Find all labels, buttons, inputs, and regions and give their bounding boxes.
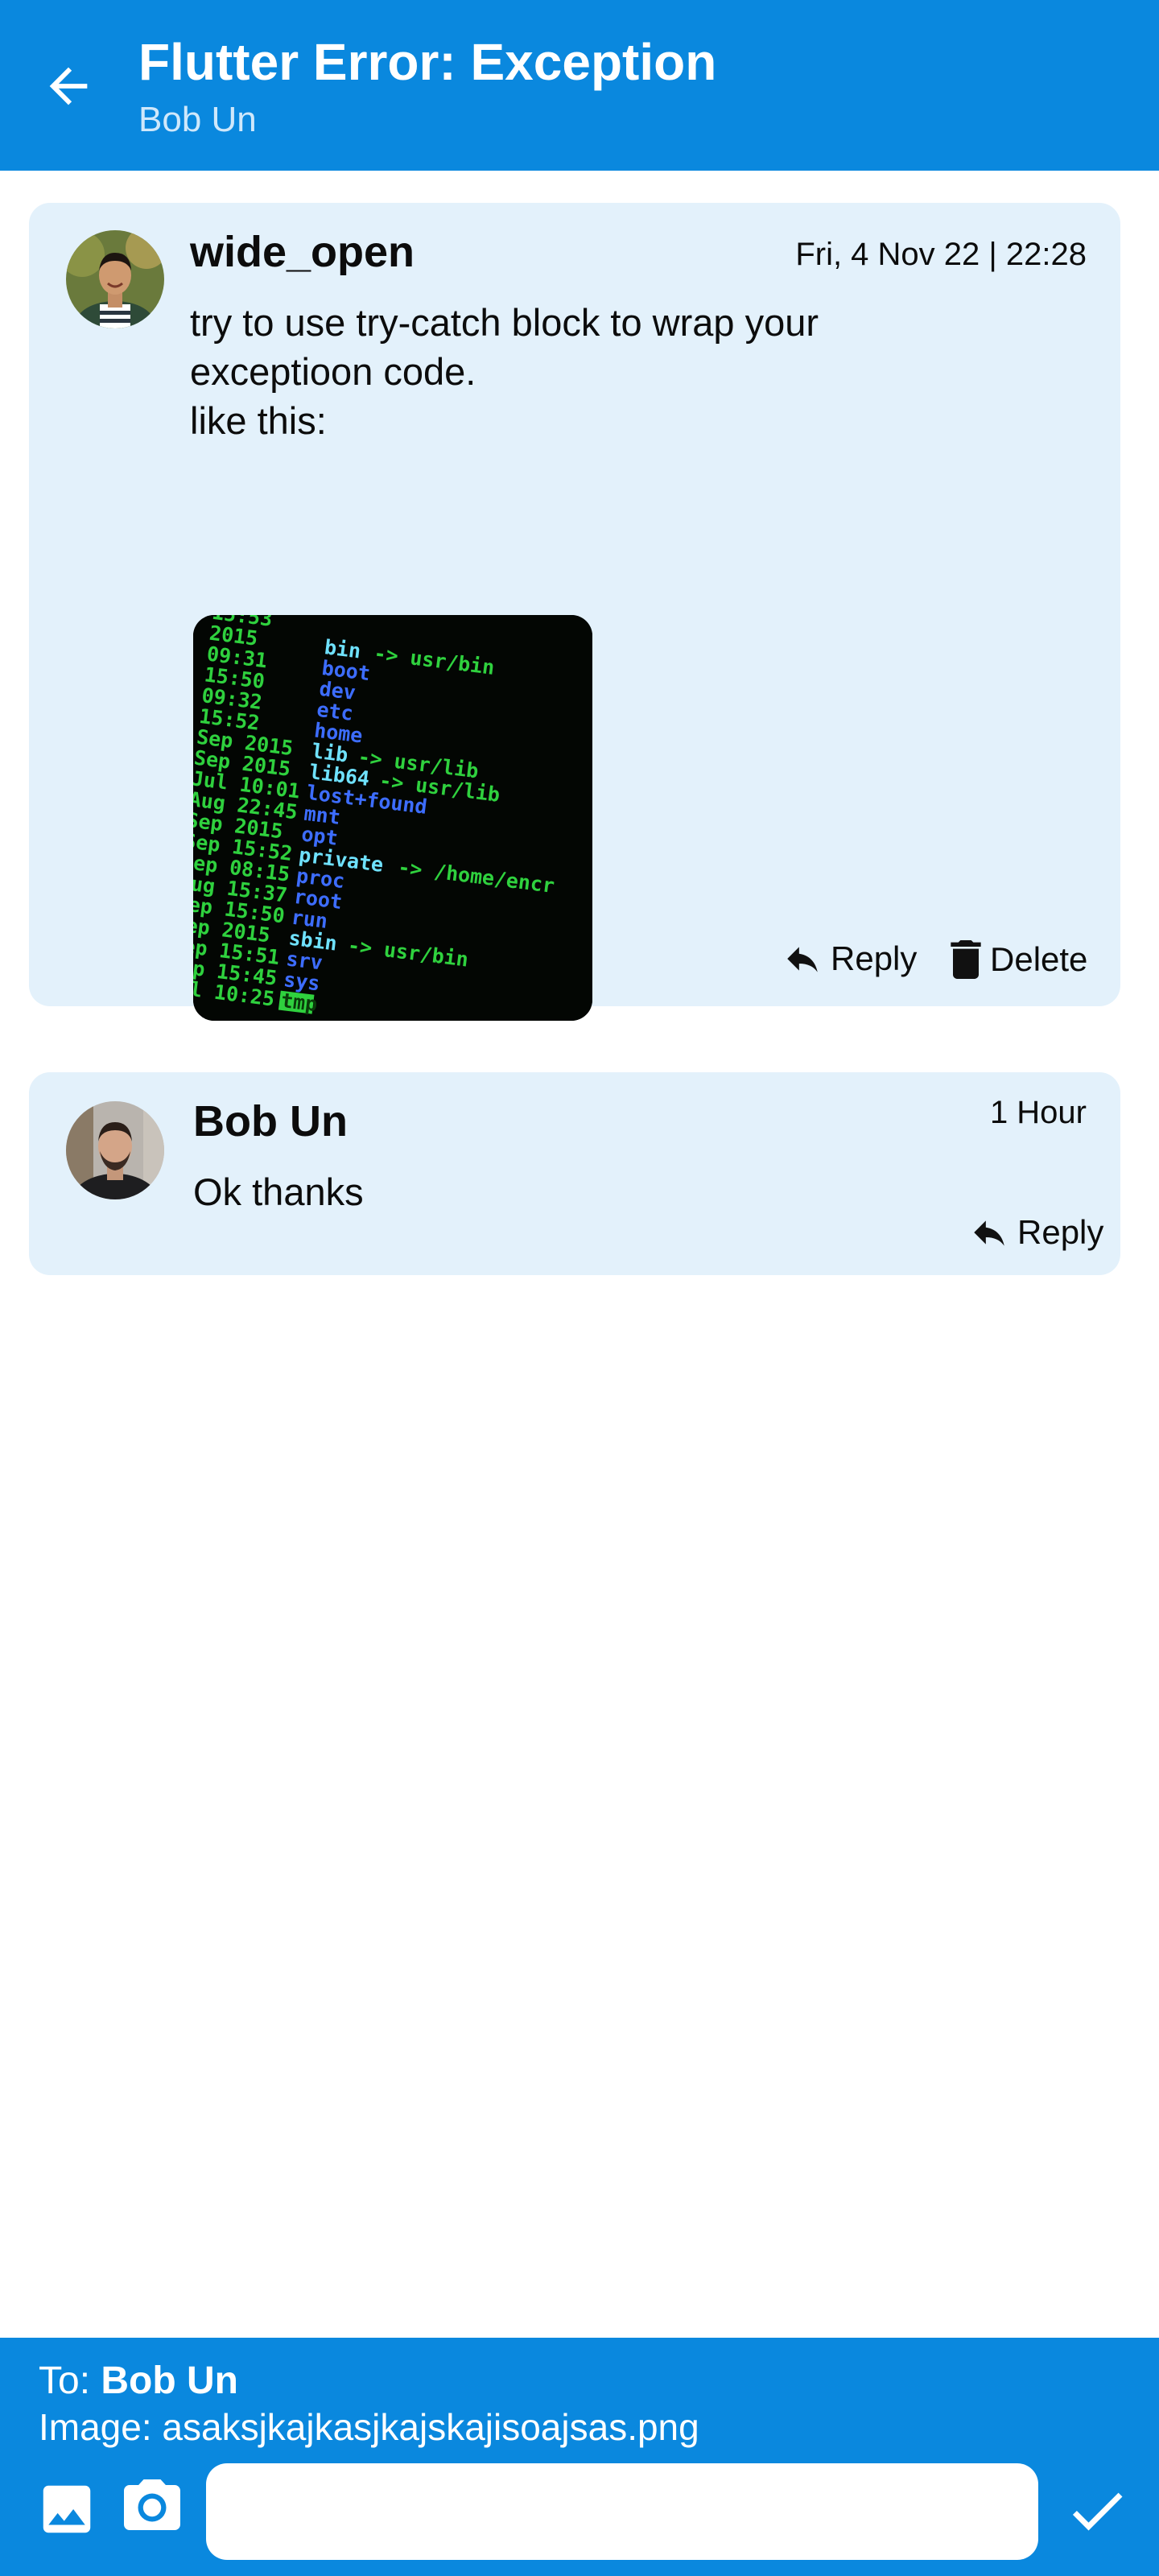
gallery-button[interactable]: [31, 2473, 103, 2545]
avatar: [66, 1101, 164, 1199]
avatar: [66, 230, 164, 328]
reply-composer: To: Bob Un Image: asaksjkajkasjkajskajis…: [0, 2338, 1159, 2576]
message-body: try to use try-catch block to wrap your …: [190, 301, 819, 442]
camera-button[interactable]: [116, 2471, 188, 2544]
check-icon: [1072, 2492, 1123, 2531]
message-input[interactable]: [206, 2463, 1038, 2560]
trash-icon: [950, 940, 982, 979]
attached-image-name: Image: asaksjkajkasjkajskajisoajsas.png: [39, 2406, 699, 2448]
recipient-name: Bob Un: [101, 2359, 238, 2402]
author-name: Bob Un: [193, 1097, 348, 1146]
app-bar: Flutter Error: Exception Bob Un: [0, 0, 1159, 171]
message-card: Bob Un 1 Hour Ok thanks Reply: [29, 1072, 1120, 1275]
page-title: Flutter Error: Exception: [138, 33, 717, 91]
reply-button[interactable]: Reply: [969, 1212, 1103, 1253]
recipient-line: To: Bob Un: [39, 2359, 238, 2403]
delete-button[interactable]: Delete: [950, 940, 1087, 979]
camera-icon: [124, 2479, 180, 2530]
author-name: wide_open: [190, 228, 415, 276]
svg-text:tmp: tmp: [280, 989, 319, 1016]
terminal-screenshot-icon: 15:53 15:53 2015 09:31 15:50 09:32 15:52…: [193, 615, 592, 1021]
reply-label: Reply: [1017, 1213, 1104, 1251]
timestamp: Fri, 4 Nov 22 | 22:28: [795, 237, 1087, 272]
delete-label: Delete: [990, 940, 1088, 978]
message-card: wide_open Fri, 4 Nov 22 | 22:28 try to u…: [29, 203, 1120, 1021]
image-icon: [43, 2485, 91, 2533]
timestamp: 1 Hour: [989, 1095, 1087, 1130]
reply-icon: [782, 939, 823, 979]
reply-label: Reply: [831, 939, 918, 977]
page-subtitle: Bob Un: [138, 100, 257, 139]
back-button[interactable]: [32, 50, 105, 122]
recipient-prefix: To:: [39, 2359, 101, 2402]
arrow-left-icon: [49, 67, 88, 105]
send-button[interactable]: [1061, 2475, 1133, 2547]
reply-button[interactable]: Reply: [782, 939, 917, 979]
attachment-image[interactable]: 15:53 15:53 2015 09:31 15:50 09:32 15:52…: [193, 615, 592, 1021]
reply-icon: [969, 1212, 1009, 1253]
message-body: Ok thanks: [193, 1170, 364, 1213]
